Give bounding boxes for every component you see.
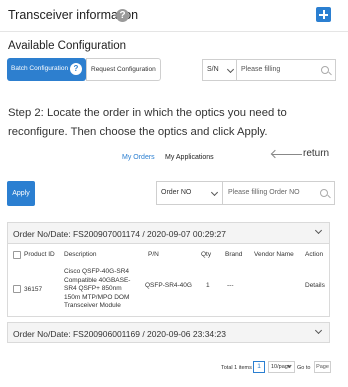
tab-batch-configuration[interactable]: Batch Configuration ? (7, 58, 86, 81)
row-checkbox[interactable] (13, 285, 21, 293)
column-header-action: Action (305, 251, 324, 258)
column-header-vendor-name: Vendor Name (254, 251, 294, 258)
search-icon[interactable] (320, 189, 328, 197)
order-filter-value: Order NO (161, 189, 192, 196)
pagination-page[interactable]: 1 (253, 361, 265, 373)
column-header-qty: Qty (201, 251, 212, 258)
select-all-checkbox[interactable] (13, 251, 21, 259)
apply-button[interactable]: Apply (7, 181, 35, 206)
goto-label: Go to (297, 365, 311, 371)
page-size-select[interactable]: 10/page (268, 361, 295, 373)
chevron-down-icon (210, 188, 219, 197)
chevron-down-icon (287, 363, 292, 368)
tab-my-orders[interactable]: My Orders (122, 154, 155, 161)
details-link[interactable]: Details (305, 282, 325, 289)
return-link[interactable]: return (303, 148, 329, 159)
tab-request-configuration[interactable]: Request Configuration (86, 58, 161, 81)
column-header-description: Description (64, 251, 97, 258)
brand-cell: --- (227, 282, 234, 289)
order-search-placeholder: Please filling Order NO (228, 189, 300, 196)
help-icon[interactable]: ? (70, 63, 82, 75)
tab-my-applications[interactable]: My Applications (165, 154, 214, 161)
column-header-product-id: Product ID (24, 251, 55, 258)
tab-batch-label: Batch Configuration (11, 65, 69, 72)
product-id-cell: 36157 (24, 286, 43, 293)
search-placeholder: Please filling (241, 66, 281, 73)
chevron-down-icon[interactable] (314, 326, 323, 335)
help-icon[interactable]: ? (116, 9, 129, 22)
search-type-value: S/N (207, 66, 219, 73)
order-header-collapsed[interactable]: Order No/Date: FS200906001169 / 2020-09-… (7, 322, 330, 343)
chevron-down-icon[interactable] (314, 226, 323, 235)
pagination-total: Total 1 items (221, 365, 252, 371)
arrow-left-icon (272, 154, 302, 155)
order-header-text: Order No/Date: FS200906001169 / 2020-09-… (13, 329, 226, 339)
order-filter-select[interactable]: Order NO (156, 181, 223, 205)
qty-cell: 1 (206, 282, 210, 289)
goto-page-input[interactable]: Page (314, 361, 331, 373)
tab-request-label: Request Configuration (91, 66, 156, 73)
order-card: Order No/Date: FS200907001174 / 2020-09-… (7, 222, 330, 317)
order-search-input[interactable]: Please filling Order NO (223, 181, 335, 205)
add-button[interactable] (316, 7, 331, 22)
column-header-pn: P/N (148, 251, 159, 258)
panel-header: Transceiver information ? (0, 0, 348, 32)
search-icon[interactable] (321, 66, 329, 74)
step-instructions: Step 2: Locate the order in which the op… (8, 107, 287, 138)
chevron-down-icon (226, 65, 235, 74)
order-header-text: Order No/Date: FS200907001174 / 2020-09-… (13, 229, 226, 239)
section-title: Available Configuration (8, 40, 127, 52)
description-cell: Cisco QSFP-40G-SR4 Compatible 40GBASE-SR… (64, 268, 131, 309)
order-header[interactable]: Order No/Date: FS200907001174 / 2020-09-… (8, 223, 329, 244)
search-type-select[interactable]: S/N (202, 59, 237, 81)
pn-cell: QSFP-SR4-40G (145, 282, 192, 289)
search-input[interactable]: Please filling (237, 59, 336, 81)
column-header-brand: Brand (225, 251, 243, 258)
